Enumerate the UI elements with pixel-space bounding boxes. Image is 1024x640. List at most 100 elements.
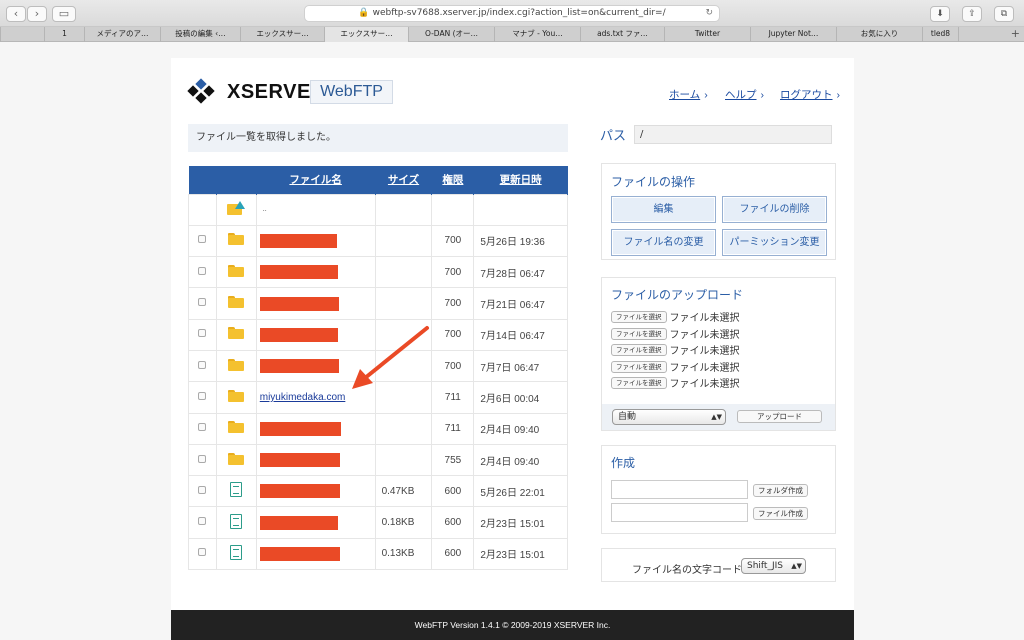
file-icon[interactable] — [230, 513, 243, 529]
folder-icon[interactable] — [228, 358, 245, 371]
redacted-name[interactable] — [259, 233, 337, 248]
file-name-cell[interactable] — [255, 256, 376, 289]
row-checkbox[interactable] — [198, 329, 207, 338]
folder-icon[interactable] — [228, 264, 245, 277]
folder-icon[interactable] — [228, 389, 245, 402]
tab[interactable]: お気に入り — [836, 27, 922, 42]
parent-folder-icon[interactable] — [227, 201, 246, 216]
file-icon[interactable] — [230, 482, 243, 498]
redacted-name[interactable] — [259, 327, 338, 342]
file-name-cell[interactable] — [255, 287, 376, 320]
sidebar-toggle-button[interactable]: ▭ — [52, 6, 76, 22]
folder-icon[interactable] — [228, 421, 245, 434]
file-row[interactable]: 0.13KB 600 2月23日 15:01 — [188, 537, 568, 571]
folder-row[interactable]: 700 7月28日 06:47 — [188, 256, 568, 289]
redacted-name[interactable] — [259, 484, 340, 499]
redacted-name[interactable] — [259, 359, 339, 374]
download-icon[interactable]: ⬇ — [930, 6, 950, 22]
edit-button[interactable]: 編集 — [611, 196, 716, 223]
choose-file-button[interactable]: ファイルを選択 — [611, 343, 667, 356]
tab[interactable]: 1 — [44, 27, 84, 42]
redacted-name[interactable] — [259, 546, 340, 561]
file-name-cell[interactable] — [255, 475, 376, 508]
file-name-input[interactable] — [611, 503, 748, 522]
tab[interactable]: マナブ - You… — [494, 27, 580, 42]
choose-file-button[interactable]: ファイルを選択 — [611, 376, 667, 389]
folder-row[interactable]: 700 7月14日 06:47 — [188, 318, 568, 351]
choose-file-button[interactable]: ファイルを選択 — [611, 360, 667, 373]
logout-link[interactable]: ログアウト › — [780, 87, 840, 102]
folder-icon[interactable] — [228, 327, 245, 340]
tabs-overview-icon[interactable]: ⧉ — [994, 6, 1014, 22]
folder-name-input[interactable] — [611, 480, 748, 499]
tab[interactable]: メディアのア… — [84, 27, 160, 42]
header-permission[interactable]: 権限 — [431, 166, 475, 194]
redacted-name[interactable] — [259, 515, 338, 530]
file-name-cell[interactable] — [255, 318, 376, 351]
folder-row[interactable]: 700 5月26日 19:36 — [188, 224, 568, 258]
row-checkbox[interactable] — [198, 423, 207, 432]
tab[interactable]: O-DAN (オー… — [408, 27, 494, 42]
file-name-cell[interactable]: miyukimedaka.com — [255, 381, 376, 414]
file-name-cell[interactable] — [255, 224, 376, 258]
file-name-cell[interactable] — [255, 506, 376, 539]
choose-file-button[interactable]: ファイルを選択 — [611, 310, 667, 323]
reload-icon[interactable]: ↻ — [705, 6, 713, 21]
file-name-cell[interactable] — [255, 537, 376, 571]
change-permission-button[interactable]: パーミッション変更 — [722, 229, 827, 256]
row-checkbox[interactable] — [198, 266, 207, 275]
folder-row[interactable]: 755 2月4日 09:40 — [188, 443, 568, 477]
file-name-cell[interactable] — [255, 349, 376, 383]
tab[interactable]: エックスサー… — [240, 27, 324, 42]
header-filename[interactable]: ファイル名 — [256, 166, 376, 194]
help-link[interactable]: ヘルプ › — [725, 87, 764, 102]
tab[interactable]: Jupyter Not… — [750, 27, 836, 42]
tab-active[interactable]: エックスサー… — [324, 27, 408, 42]
parent-dir-row[interactable]: .. — [188, 193, 568, 226]
row-checkbox[interactable] — [198, 517, 207, 526]
folder-row[interactable]: miyukimedaka.com 711 2月6日 00:04 — [188, 381, 568, 414]
file-name-link[interactable]: miyukimedaka.com — [260, 392, 346, 403]
folder-icon[interactable] — [228, 233, 245, 246]
folder-icon[interactable] — [228, 296, 245, 309]
redacted-name[interactable] — [259, 453, 340, 468]
redacted-name[interactable] — [259, 296, 339, 311]
row-checkbox[interactable] — [198, 454, 207, 463]
create-file-button[interactable]: ファイル作成 — [753, 507, 808, 520]
row-checkbox[interactable] — [198, 485, 207, 494]
parent-dir-label[interactable]: .. — [255, 193, 376, 226]
row-checkbox[interactable] — [198, 360, 207, 369]
tab[interactable] — [0, 27, 44, 42]
file-row[interactable]: 0.47KB 600 5月26日 22:01 — [188, 475, 568, 508]
row-checkbox[interactable] — [198, 391, 207, 400]
address-bar[interactable]: 🔒 webftp-sv7688.xserver.jp/index.cgi?acti… — [304, 5, 720, 22]
upload-button[interactable]: アップロード — [737, 410, 822, 423]
row-checkbox[interactable] — [198, 235, 207, 244]
encoding-select[interactable]: Shift_JIS ▲▼ — [741, 558, 806, 574]
redacted-name[interactable] — [259, 265, 338, 280]
back-button[interactable]: ‹ — [6, 6, 26, 22]
tab[interactable]: Twitter — [664, 27, 750, 42]
file-name-cell[interactable] — [255, 412, 376, 445]
row-checkbox[interactable] — [198, 298, 207, 307]
row-checkbox[interactable] — [198, 548, 207, 557]
folder-icon[interactable] — [228, 452, 245, 465]
file-icon[interactable] — [230, 544, 243, 560]
home-link[interactable]: ホーム › — [669, 87, 708, 102]
tab[interactable]: ads.txt ファ… — [580, 27, 664, 42]
folder-row[interactable]: 711 2月4日 09:40 — [188, 412, 568, 445]
new-tab-icon[interactable]: + — [1011, 27, 1020, 41]
file-row[interactable]: 0.18KB 600 2月23日 15:01 — [188, 506, 568, 539]
header-size[interactable]: サイズ — [375, 166, 433, 194]
path-input[interactable]: / — [634, 125, 832, 144]
rename-button[interactable]: ファイル名の変更 — [611, 229, 716, 256]
file-name-cell[interactable] — [255, 443, 376, 477]
folder-row[interactable]: 700 7月21日 06:47 — [188, 287, 568, 320]
tab[interactable]: tled8 — [922, 27, 958, 42]
tab[interactable] — [958, 27, 982, 42]
redacted-name[interactable] — [259, 421, 341, 436]
transfer-mode-select[interactable]: 自動 ▲▼ — [612, 409, 726, 425]
forward-button[interactable]: › — [27, 6, 47, 22]
share-icon[interactable]: ⇪ — [962, 6, 982, 22]
folder-row[interactable]: 700 7月7日 06:47 — [188, 349, 568, 383]
